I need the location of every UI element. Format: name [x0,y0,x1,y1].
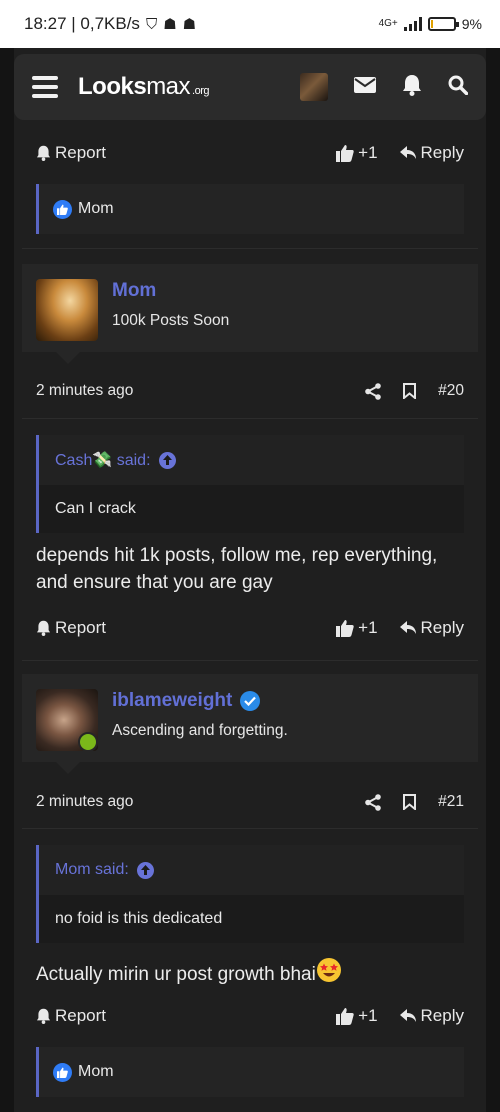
bell-icon[interactable] [402,74,422,101]
battery-icon [427,17,459,31]
username[interactable]: Mom [112,280,156,302]
menu-icon[interactable] [32,76,58,98]
thumbs-up-icon [336,620,354,637]
reply-button[interactable]: Reply [399,618,464,638]
status-time-speed: 18:27 | 0,7KB/s [24,14,140,33]
username[interactable]: iblameweight [112,690,261,712]
star-eyes-emoji-icon [316,957,342,991]
reaction-user[interactable]: Mom [78,200,114,218]
site-logo[interactable]: Looksmax .org [78,73,209,101]
bell-icon [36,620,51,636]
reply-button[interactable]: Reply [399,1006,464,1026]
snapchat-icon: ☗ [163,16,177,33]
user-title: Ascending and forgetting. [112,722,288,739]
bookmark-icon[interactable] [403,794,417,810]
mail-icon[interactable] [354,76,376,98]
quote-text: Can I crack [55,500,136,517]
bookmark-icon[interactable] [403,383,417,399]
quote-author[interactable]: Mom said: [55,861,129,879]
search-icon[interactable] [448,75,469,100]
bell-icon [36,145,51,161]
like-button[interactable]: +1 [336,1006,378,1026]
share-icon[interactable] [365,793,381,811]
reply-icon [399,621,416,634]
post-meta: 2 minutes ago #21 [36,787,464,817]
quote-block: Mom said: no foid is this dedicated [36,845,464,943]
post-body-text: Actually mirin ur post growth bhai [36,964,316,985]
post-actions: Report +1 Reply [36,138,464,168]
separator [22,248,478,249]
like-button[interactable]: +1 [336,143,378,163]
post-actions: Report +1 Reply [36,1001,464,1031]
separator [22,828,478,829]
site-header: Looksmax .org [14,54,486,120]
reply-icon [399,1009,416,1022]
post-body: Actually mirin ur post growth bhai [36,957,464,991]
user-title: 100k Posts Soon [112,312,230,329]
snapchat-icon-2: ☗ [182,16,197,33]
post-actions: Report +1 Reply [36,613,464,643]
post-meta: 2 minutes ago #20 [36,376,464,406]
quote-header[interactable]: Mom said: [39,845,464,895]
post-body: depends hit 1k posts, follow me, rep eve… [36,545,438,593]
separator [22,418,478,419]
separator [22,660,478,661]
online-indicator [78,732,98,752]
post-time[interactable]: 2 minutes ago [36,793,133,811]
reaction-user[interactable]: Mom [78,1063,114,1081]
thumbs-up-icon [336,1008,354,1025]
quote-header[interactable]: Cash💸 said: [39,435,464,485]
post-time[interactable]: 2 minutes ago [36,382,133,400]
arrow-up-icon[interactable] [158,451,176,469]
user-block: iblameweight Ascending and forgetting. [22,674,478,774]
report-button[interactable]: Report [36,143,106,163]
battery-percent: 9% [461,16,482,32]
bell-icon [36,1008,51,1024]
account-avatar[interactable] [300,73,328,101]
reaction-bar[interactable]: Mom [36,1047,464,1097]
report-button[interactable]: Report [36,1006,106,1026]
share-icon[interactable] [365,382,381,400]
reply-button[interactable]: Reply [399,143,464,163]
network-type: 4G+ [378,18,398,29]
user-block-pointer [56,762,80,774]
user-block-pointer [56,352,80,364]
verified-icon [240,691,261,711]
report-button[interactable]: Report [36,618,106,638]
quote-text: no foid is this dedicated [55,910,223,927]
quote-block: Cash💸 said: Can I crack [36,435,464,533]
reaction-bar[interactable]: Mom [36,184,464,234]
quote-author[interactable]: Cash💸 said: [55,450,151,470]
reply-icon [399,146,416,159]
post-number[interactable]: #21 [438,793,464,811]
like-reaction-icon [53,1062,72,1082]
thumbs-up-icon [336,145,354,162]
signal-icon [403,17,422,31]
status-bar: 18:27 | 0,7KB/s ⛉ ☗ ☗ 4G+ 9% [0,0,500,48]
like-button[interactable]: +1 [336,618,378,638]
post-number[interactable]: #20 [438,382,464,400]
vpn-icon: ⛉ [145,15,158,33]
arrow-up-icon[interactable] [136,861,154,879]
user-block: Mom 100k Posts Soon [22,264,478,364]
like-reaction-icon [53,199,72,219]
avatar[interactable] [36,279,98,341]
